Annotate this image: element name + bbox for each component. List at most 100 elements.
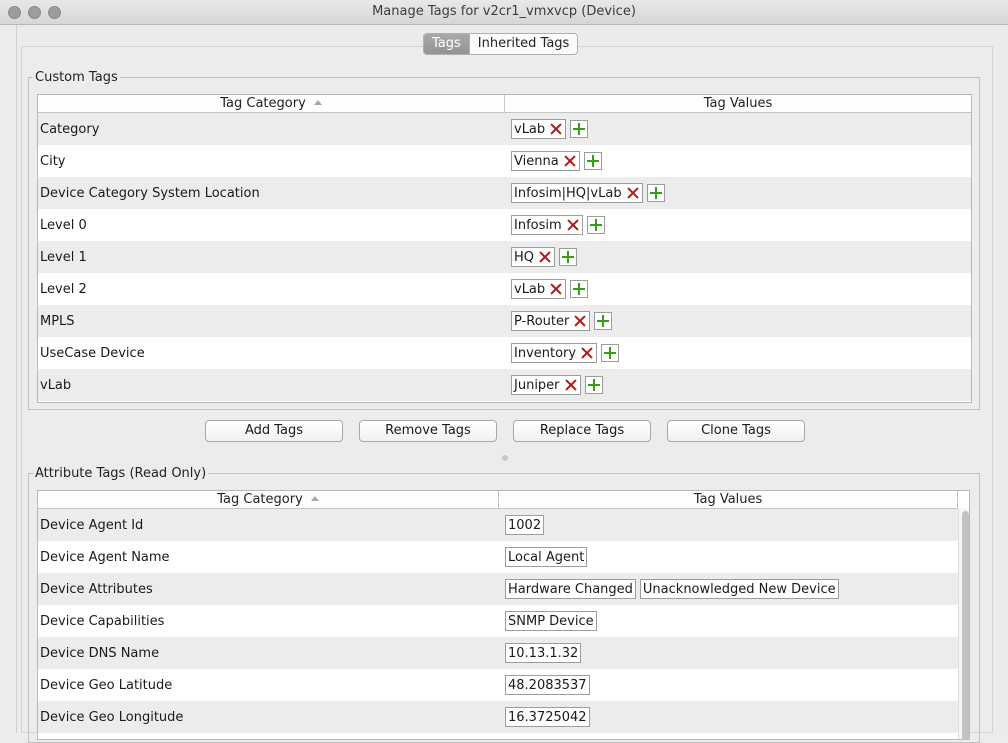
tag-category-cell: Device Geo Latitude: [40, 677, 173, 693]
tag-category-header[interactable]: Tag Category: [38, 491, 499, 509]
tag-values-cell: Vienna: [505, 145, 971, 177]
plus-icon[interactable]: [559, 248, 578, 266]
tag-value-label: Vienna: [514, 153, 559, 169]
close-icon[interactable]: [573, 314, 587, 328]
attribute-tags-rows: Device Agent Id 1002 Device Agent Name Loca…: [38, 509, 958, 733]
table-row[interactable]: Level 0 Infosim: [38, 209, 971, 241]
read-only-tag-chip: 48.2083537: [505, 675, 590, 695]
tag-value-chip: Infosim: [511, 215, 583, 235]
tag-values-header[interactable]: Tag Values: [505, 95, 971, 113]
tab-inherited-tags[interactable]: Inherited Tags: [468, 34, 578, 54]
tag-value-label: Infosim: [514, 217, 562, 233]
table-row[interactable]: vLab Juniper: [38, 369, 971, 401]
tag-values-cell: 16.3725042: [499, 701, 958, 733]
close-icon[interactable]: [549, 282, 563, 296]
table-row[interactable]: MPLS P-Router: [38, 305, 971, 337]
close-icon[interactable]: [549, 122, 563, 136]
tag-category-cell: Device DNS Name: [40, 645, 160, 661]
table-row[interactable]: Category vLab: [38, 113, 971, 145]
table-row[interactable]: Device Geo Latitude 48.2083537: [38, 669, 958, 701]
tag-value-label: P-Router: [514, 313, 570, 329]
attribute-tags-title: Attribute Tags (Read Only): [33, 466, 209, 481]
close-icon[interactable]: [626, 186, 640, 200]
tag-category-header[interactable]: Tag Category: [38, 95, 505, 113]
tag-category-cell: Device Agent Name: [40, 549, 170, 565]
tab-bar: Tags Inherited Tags: [423, 33, 579, 55]
plus-icon[interactable]: [584, 376, 603, 394]
custom-tags-table: Tag Category Tag Values Category vLab City…: [37, 94, 972, 403]
table-row[interactable]: City Vienna: [38, 145, 971, 177]
plus-icon[interactable]: [601, 344, 620, 362]
table-row[interactable]: Device DNS Name 10.13.1.32: [38, 637, 958, 669]
tag-category-cell: Device Agent Id: [40, 517, 144, 533]
tag-category-cell: Device Geo Longitude: [40, 709, 184, 725]
read-only-tag-chip: 1002: [505, 515, 545, 535]
replace-tags-button[interactable]: Replace Tags: [513, 420, 651, 442]
read-only-tag-chip: Unacknowledged New Device: [639, 579, 839, 599]
close-icon[interactable]: [538, 250, 552, 264]
tag-value-chip: HQ: [511, 247, 556, 267]
table-row[interactable]: Device Agent Id 1002: [38, 509, 958, 541]
tag-values-cell: 1002: [499, 509, 958, 541]
table-row[interactable]: Device Capabilities SNMP Device: [38, 605, 958, 637]
attribute-tags-table: Tag Category Tag Values Device Agent Id 1…: [37, 490, 970, 740]
tag-category-cell: Level 0: [40, 217, 87, 233]
tag-values-cell: SNMP Device: [499, 605, 958, 637]
add-tags-button[interactable]: Add Tags: [205, 420, 343, 442]
table-row[interactable]: Device Agent Name Local Agent: [38, 541, 958, 573]
sort-ascending-icon: [313, 100, 322, 105]
custom-tags-rows: Category vLab City Vienna Device Category Sy…: [38, 113, 971, 401]
tab-tags[interactable]: Tags: [424, 34, 469, 54]
tag-value-chip: Infosim|HQ|vLab: [511, 183, 643, 203]
tag-value-chip: vLab: [511, 279, 567, 299]
read-only-tag-chip: 16.3725042: [505, 707, 590, 727]
plus-icon[interactable]: [586, 216, 605, 234]
tag-values-cell: Infosim|HQ|vLab: [505, 177, 971, 209]
tag-value-chip: P-Router: [511, 311, 591, 331]
plus-icon[interactable]: [646, 184, 665, 202]
tag-values-cell: Hardware Changed Unacknowledged New Devic…: [499, 573, 958, 605]
tag-values-cell: 48.2083537: [499, 669, 958, 701]
split-pane-divider-handle[interactable]: [502, 455, 508, 461]
vertical-scrollbar[interactable]: [958, 509, 969, 739]
table-row[interactable]: Level 2 vLab: [38, 273, 971, 305]
window-titlebar: Manage Tags for v2cr1_vmxvcp (Device): [0, 0, 1008, 25]
close-icon[interactable]: [566, 218, 580, 232]
remove-tags-button[interactable]: Remove Tags: [359, 420, 497, 442]
table-row[interactable]: Device Attributes Hardware Changed Unackno…: [38, 573, 958, 605]
plus-icon[interactable]: [570, 280, 589, 298]
table-row[interactable]: UseCase Device Inventory: [38, 337, 971, 369]
clone-tags-button[interactable]: Clone Tags: [667, 420, 805, 442]
tag-category-cell: vLab: [40, 377, 72, 393]
read-only-tag-chip: 10.13.1.32: [505, 643, 582, 663]
sort-ascending-icon: [310, 496, 319, 501]
window-title: Manage Tags for v2cr1_vmxvcp (Device): [372, 4, 636, 19]
tag-value-label: vLab: [514, 281, 546, 297]
tag-value-chip: Vienna: [511, 151, 580, 171]
table-row[interactable]: Device Category System Location Infosim|H…: [38, 177, 971, 209]
table-row[interactable]: Level 1 HQ: [38, 241, 971, 273]
read-only-tag-chip: SNMP Device: [505, 611, 597, 631]
tag-category-cell: Level 1: [40, 249, 87, 265]
tag-values-header[interactable]: Tag Values: [499, 491, 958, 509]
plus-icon[interactable]: [570, 120, 589, 138]
tag-values-cell: vLab: [505, 273, 971, 305]
scrollbar-thumb[interactable]: [962, 511, 969, 739]
close-icon[interactable]: [564, 378, 578, 392]
tag-category-cell: UseCase Device: [40, 345, 145, 361]
plus-icon[interactable]: [583, 152, 602, 170]
close-icon[interactable]: [580, 346, 594, 360]
tag-values-cell: vLab: [505, 113, 971, 145]
close-icon[interactable]: [563, 154, 577, 168]
tag-value-chip: Inventory: [511, 343, 598, 363]
tag-values-cell: Juniper: [505, 369, 971, 401]
plus-icon[interactable]: [594, 312, 613, 330]
tag-values-cell: Infosim: [505, 209, 971, 241]
tag-value-label: Infosim|HQ|vLab: [514, 185, 622, 201]
tag-values-cell: Local Agent: [499, 541, 958, 573]
tag-values-cell: HQ: [505, 241, 971, 273]
table-row[interactable]: Device Geo Longitude 16.3725042: [38, 701, 958, 733]
tag-category-cell: MPLS: [40, 313, 75, 329]
table-header: Tag Category Tag Values: [38, 491, 958, 509]
tag-value-chip: vLab: [511, 119, 567, 139]
